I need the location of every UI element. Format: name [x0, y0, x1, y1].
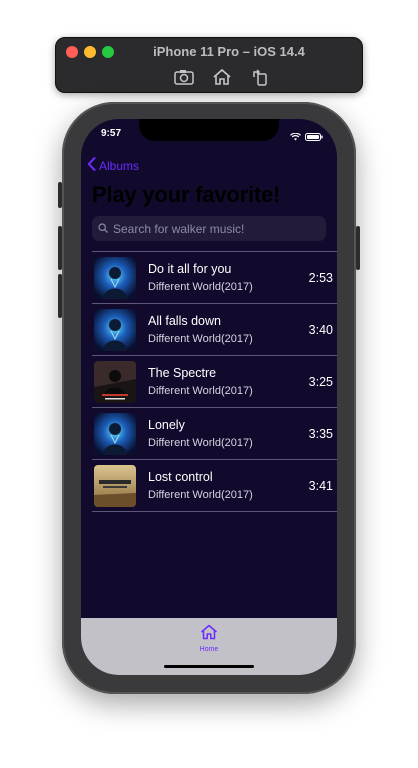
album-art [94, 412, 136, 455]
simulator-title: iPhone 11 Pro – iOS 14.4 [153, 44, 305, 59]
tab-home-label: Home [199, 646, 219, 653]
tab-home[interactable]: Home [81, 624, 337, 653]
song-row[interactable]: Lost control Different World(2017) 3:41 [92, 460, 337, 512]
song-duration: 3:40 [308, 322, 333, 337]
back-label: Albums [99, 158, 140, 173]
song-album: Different World(2017) [148, 281, 253, 293]
phone-screen: 9:57 Albums Play your favorite! Search f… [81, 119, 337, 675]
song-album: Different World(2017) [148, 489, 253, 501]
home-icon[interactable] [211, 66, 233, 88]
album-art [94, 360, 136, 403]
house-icon [200, 624, 218, 645]
search-input[interactable]: Search for walker music! [92, 216, 326, 241]
song-title: Do it all for you [148, 262, 232, 276]
album-art [94, 464, 136, 507]
wifi-icon [290, 128, 301, 146]
song-row[interactable]: The Spectre Different World(2017) 3:25 [92, 356, 337, 408]
volume-down-button [58, 274, 62, 318]
song-duration: 3:35 [308, 426, 333, 441]
search-placeholder: Search for walker music! [113, 221, 245, 236]
tab-bar: Home [81, 618, 337, 675]
battery-icon [305, 128, 323, 146]
song-list: Do it all for you Different World(2017) 2:… [92, 251, 337, 512]
song-row[interactable]: Do it all for you Different World(2017) 2:… [92, 252, 337, 304]
power-button [356, 226, 360, 270]
page-title: Play your favorite! [92, 182, 281, 207]
home-indicator [164, 665, 254, 668]
song-title: Lost control [148, 470, 213, 484]
song-album: Different World(2017) [148, 437, 253, 449]
simulator-title-bar: iPhone 11 Pro – iOS 14.4 [55, 37, 363, 93]
chevron-left-icon [87, 157, 96, 174]
back-button[interactable]: Albums [87, 157, 139, 174]
search-icon [98, 220, 108, 238]
song-title: Lonely [148, 418, 185, 432]
notch [139, 119, 279, 141]
status-time: 9:57 [101, 128, 122, 139]
song-duration: 2:53 [308, 270, 333, 285]
volume-up-button [58, 226, 62, 270]
song-title: All falls down [148, 314, 221, 328]
song-duration: 3:41 [308, 478, 333, 493]
song-album: Different World(2017) [148, 333, 253, 345]
camera-icon[interactable] [173, 66, 195, 88]
mute-switch [58, 182, 62, 208]
album-art [94, 308, 136, 351]
song-row[interactable]: All falls down Different World(2017) 3:40 [92, 304, 337, 356]
song-duration: 3:25 [308, 374, 333, 389]
song-album: Different World(2017) [148, 385, 253, 397]
song-title: The Spectre [148, 366, 217, 380]
album-art [94, 256, 136, 299]
rotate-icon[interactable] [249, 66, 271, 88]
song-row[interactable]: Lonely Different World(2017) 3:35 [92, 408, 337, 460]
